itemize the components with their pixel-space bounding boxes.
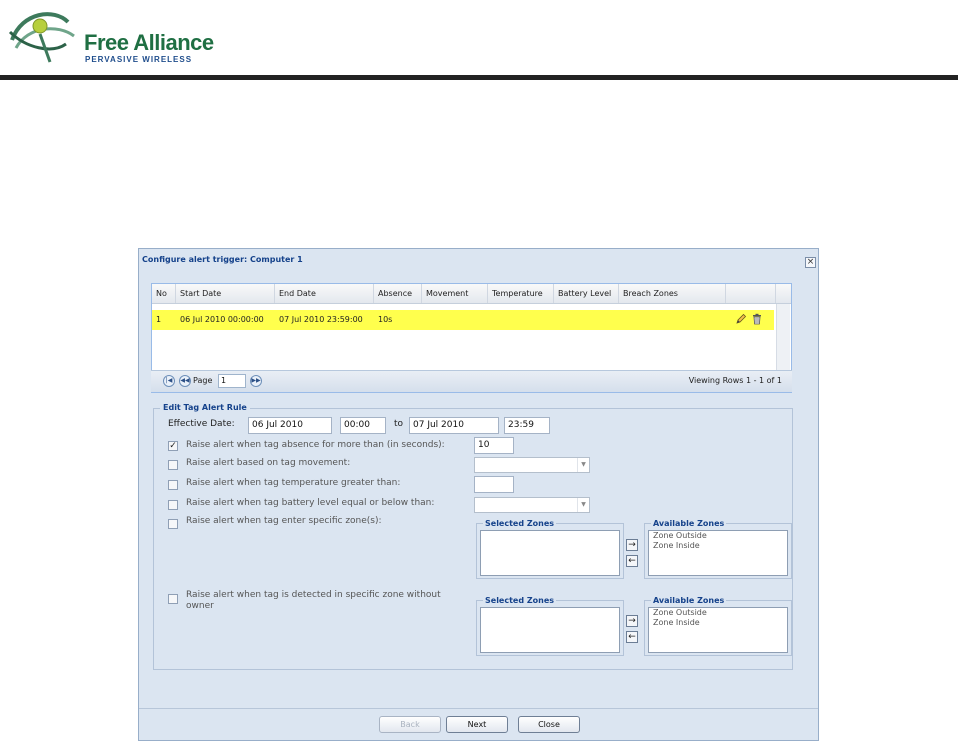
temperature-field[interactable] bbox=[474, 476, 514, 493]
list-item[interactable]: Zone Inside bbox=[649, 618, 787, 628]
available-zones-list[interactable]: Zone Outside Zone Inside bbox=[648, 607, 788, 653]
effective-start-time-field[interactable]: 00:00 bbox=[340, 417, 386, 434]
battery-checkbox[interactable] bbox=[168, 500, 178, 510]
battery-level-select[interactable]: ▼ bbox=[474, 497, 590, 513]
column-header-breach-zones[interactable]: Breach Zones bbox=[619, 284, 726, 303]
table-row[interactable]: 1 06 Jul 2010 00:00:00 07 Jul 2010 23:59… bbox=[152, 310, 774, 330]
available-zones-panel: Available Zones Zone Outside Zone Inside bbox=[644, 519, 792, 579]
edit-tag-alert-rule-fieldset: Edit Tag Alert Rule Effective Date: 06 J… bbox=[153, 403, 793, 670]
fieldset-legend: Edit Tag Alert Rule bbox=[160, 403, 250, 412]
temperature-label: Raise alert when tag temperature greater… bbox=[186, 478, 401, 488]
pencil-icon[interactable] bbox=[735, 313, 747, 325]
page-label: Page bbox=[193, 376, 213, 385]
cell-absence: 10s bbox=[378, 315, 393, 324]
list-item[interactable]: Zone Outside bbox=[649, 531, 787, 541]
no-owner-checkbox[interactable] bbox=[168, 594, 178, 604]
absence-checkbox[interactable]: ✓ bbox=[168, 441, 178, 451]
column-header-no[interactable]: No bbox=[152, 284, 176, 303]
column-header-absence[interactable]: Absence bbox=[374, 284, 422, 303]
selected-zones-list[interactable] bbox=[480, 607, 620, 653]
zones-label: Raise alert when tag enter specific zone… bbox=[186, 516, 382, 526]
close-icon[interactable]: × bbox=[805, 257, 816, 268]
cell-start-date: 06 Jul 2010 00:00:00 bbox=[180, 315, 264, 324]
selected-zones-list[interactable] bbox=[480, 530, 620, 576]
dialog-title: Configure alert trigger: Computer 1 bbox=[142, 255, 303, 264]
first-page-icon[interactable]: |◀ bbox=[163, 375, 175, 387]
column-header-battery-level[interactable]: Battery Level bbox=[554, 284, 619, 303]
brand-name: Free Alliance bbox=[84, 30, 214, 55]
cell-breach-zones bbox=[619, 310, 623, 330]
move-left-icon[interactable]: ← bbox=[626, 631, 638, 643]
footer-divider bbox=[139, 708, 818, 709]
column-header-actions bbox=[726, 284, 776, 303]
movement-checkbox[interactable] bbox=[168, 460, 178, 470]
grid-pager: |◀ ◀◀ Page 1 ▶▶ Viewing Rows 1 - 1 of 1 bbox=[151, 370, 792, 392]
absence-label: Raise alert when tag absence for more th… bbox=[186, 440, 445, 450]
available-zones-title: Available Zones bbox=[651, 596, 727, 605]
no-owner-label-line2: owner bbox=[186, 601, 214, 611]
grid-header: No Start Date End Date Absence Movement … bbox=[152, 284, 791, 304]
column-header-start-date[interactable]: Start Date bbox=[176, 284, 275, 303]
close-button[interactable]: Close bbox=[518, 716, 580, 733]
selected-zones-panel: Selected Zones bbox=[476, 519, 624, 579]
column-header-temperature[interactable]: Temperature bbox=[488, 284, 554, 303]
back-button[interactable]: Back bbox=[379, 716, 441, 733]
cell-end-date: 07 Jul 2010 23:59:00 bbox=[279, 315, 363, 324]
movement-label: Raise alert based on tag movement: bbox=[186, 458, 351, 468]
page-number-input[interactable]: 1 bbox=[218, 374, 246, 388]
cell-temperature bbox=[488, 310, 492, 330]
previous-page-icon[interactable]: ◀◀ bbox=[179, 375, 191, 387]
available-zones-title: Available Zones bbox=[651, 519, 727, 528]
to-label: to bbox=[394, 419, 404, 429]
movement-select[interactable]: ▼ bbox=[474, 457, 590, 473]
list-item[interactable]: Zone Inside bbox=[649, 541, 787, 551]
selected-zones-panel-owner: Selected Zones bbox=[476, 596, 624, 656]
column-header-end-date[interactable]: End Date bbox=[275, 284, 374, 303]
effective-end-time-field[interactable]: 23:59 bbox=[504, 417, 550, 434]
no-owner-label-line1: Raise alert when tag is detected in spec… bbox=[186, 590, 441, 600]
header-divider bbox=[0, 75, 958, 80]
move-left-icon[interactable]: ← bbox=[626, 555, 638, 567]
temperature-checkbox[interactable] bbox=[168, 480, 178, 490]
viewing-rows-info: Viewing Rows 1 - 1 of 1 bbox=[688, 376, 782, 385]
brand-tagline: PERVASIVE WIRELESS bbox=[85, 55, 193, 64]
effective-date-label: Effective Date: bbox=[168, 419, 235, 429]
list-item[interactable]: Zone Outside bbox=[649, 608, 787, 618]
cell-battery-level bbox=[554, 310, 558, 330]
trash-icon[interactable] bbox=[751, 313, 763, 325]
effective-start-date-field[interactable]: 06 Jul 2010 bbox=[248, 417, 332, 434]
available-zones-list[interactable]: Zone Outside Zone Inside bbox=[648, 530, 788, 576]
chevron-down-icon: ▼ bbox=[577, 458, 589, 472]
available-zones-panel-owner: Available Zones Zone Outside Zone Inside bbox=[644, 596, 792, 656]
chevron-down-icon: ▼ bbox=[577, 498, 589, 512]
absence-seconds-field[interactable]: 10 bbox=[474, 437, 514, 454]
alert-trigger-dialog: Configure alert trigger: Computer 1 × No… bbox=[138, 248, 819, 741]
column-header-movement[interactable]: Movement bbox=[422, 284, 488, 303]
cell-movement bbox=[422, 310, 426, 330]
zones-checkbox[interactable] bbox=[168, 519, 178, 529]
cell-no: 1 bbox=[156, 315, 162, 324]
brand-logo: Free Alliance PERVASIVE WIRELESS bbox=[4, 0, 214, 68]
selected-zones-title: Selected Zones bbox=[483, 519, 557, 528]
next-page-icon[interactable]: ▶▶ bbox=[250, 375, 262, 387]
selected-zones-title: Selected Zones bbox=[483, 596, 557, 605]
move-right-icon[interactable]: → bbox=[626, 539, 638, 551]
next-button[interactable]: Next bbox=[446, 716, 508, 733]
effective-end-date-field[interactable]: 07 Jul 2010 bbox=[409, 417, 499, 434]
battery-label: Raise alert when tag battery level equal… bbox=[186, 498, 435, 508]
logo-swirl-icon bbox=[8, 12, 75, 63]
move-right-icon[interactable]: → bbox=[626, 615, 638, 627]
